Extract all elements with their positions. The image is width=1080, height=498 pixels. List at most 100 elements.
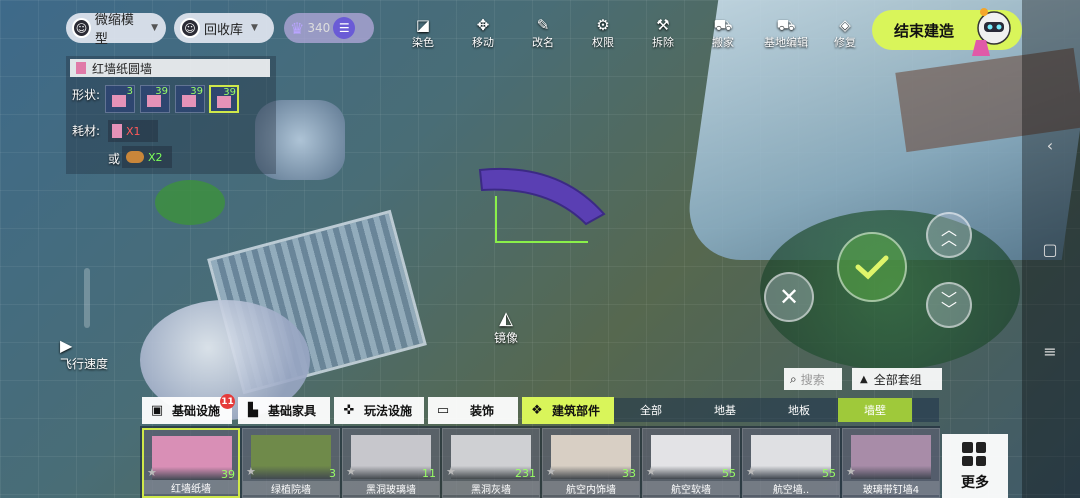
tool-demolish[interactable]: ⚒ 拆除 [638, 16, 688, 50]
subtab-all[interactable]: 全部 [618, 398, 684, 422]
item-card[interactable]: ★ 玻璃带钉墙4 [842, 428, 940, 498]
item-name: 绿植院墙 [243, 481, 339, 496]
material-1: X1 [108, 120, 158, 142]
star-icon[interactable]: ★ [147, 466, 157, 479]
item-title-bar: 红墙纸圆墙 [70, 59, 270, 77]
fly-speed-slider[interactable] [84, 268, 90, 328]
confirm-button[interactable] [837, 232, 907, 302]
item-thumbnail [152, 436, 232, 480]
item-name: 航空墙.. [743, 481, 839, 496]
wall-swatch-icon [76, 62, 86, 74]
item-card[interactable]: ★ 11 黑洞玻璃墙 [342, 428, 440, 498]
or-label: 或 [108, 152, 121, 166]
tool-rename[interactable]: ✎ 改名 [518, 16, 568, 50]
item-thumbnail [251, 435, 331, 479]
item-thumbnail [351, 435, 431, 479]
wall-piece-icon [112, 124, 122, 138]
item-count: 33 [622, 467, 636, 480]
item-name: 黑洞灰墙 [443, 481, 539, 496]
item-thumbnail [551, 435, 631, 479]
pencil-icon: ✎ [536, 16, 550, 34]
lower-button[interactable]: ﹀ ﹀ [926, 282, 972, 328]
fly-speed-control[interactable]: ▶ 飞行速度 [60, 336, 108, 372]
gamepad-icon: ✜ [343, 403, 355, 418]
box-icon: ▣ [150, 403, 164, 418]
item-count: 231 [515, 467, 536, 480]
shape-option-4[interactable]: 39 [209, 85, 239, 113]
item-thumbnail [651, 435, 731, 479]
mirror-button[interactable]: ◭ 镜像 [488, 308, 524, 346]
item-thumbnail [751, 435, 831, 479]
item-name: 航空软墙 [643, 481, 739, 496]
list-icon[interactable]: ☰ [333, 17, 356, 39]
category-furniture[interactable]: ▙ 基础家具 [238, 397, 330, 424]
item-card[interactable]: ★ 55 航空软墙 [642, 428, 740, 498]
item-count: 11 [422, 467, 436, 480]
tool-repair[interactable]: ◈ 修复 [820, 16, 870, 50]
star-icon[interactable]: ★ [446, 465, 456, 478]
material-label: 耗材: [72, 124, 101, 138]
tool-permission[interactable]: ⚙ 权限 [578, 16, 628, 50]
mascot-robot-icon [972, 8, 1011, 56]
hammer-icon: ⚒ [656, 16, 670, 34]
crown-icon: ♛ [290, 18, 305, 38]
check-icon [855, 255, 889, 280]
triangle-up-icon: ▲ [860, 373, 868, 385]
shape-option-1[interactable]: 3 [105, 85, 135, 113]
move-icon: ✥ [476, 16, 490, 34]
more-button[interactable]: 更多 [942, 434, 1008, 498]
item-count: 3 [329, 467, 336, 480]
star-icon[interactable]: ★ [246, 465, 256, 478]
item-card[interactable]: ★ 3 绿植院墙 [242, 428, 340, 498]
repair-icon: ◈ [839, 16, 851, 34]
subtab-wall[interactable]: 墙壁 [838, 398, 912, 422]
wall-placement-preview[interactable] [478, 162, 618, 262]
truck-edit-icon: ⛟ [776, 16, 796, 34]
item-name: 红墙纸墙 [144, 480, 238, 495]
category-building-parts[interactable]: ❖ 建筑部件 [522, 397, 614, 424]
play-icon: ▶ [60, 336, 73, 355]
building-part-icon: ❖ [531, 403, 543, 418]
truck-icon: ⛟ [713, 16, 733, 34]
shape-option-3[interactable]: 39 [175, 85, 205, 113]
grid-icon [962, 442, 986, 466]
star-icon[interactable]: ★ [646, 465, 656, 478]
tool-relocate[interactable]: ⛟ 搬家 [698, 16, 748, 50]
tool-base-edit[interactable]: ⛟ 基地编辑 [758, 16, 814, 50]
star-icon[interactable]: ★ [746, 465, 756, 478]
star-icon[interactable]: ★ [546, 465, 556, 478]
tool-dye[interactable]: ◪ 染色 [398, 16, 448, 50]
category-infrastructure[interactable]: ▣ 基础设施 [142, 397, 232, 424]
back-nav-icon[interactable]: ‹ [1040, 136, 1060, 155]
recycle-library-button[interactable]: ☺ 回收库 ▼ [174, 13, 274, 43]
square-nav-icon[interactable]: ▢ [1040, 240, 1060, 259]
tool-move[interactable]: ✥ 移动 [458, 16, 508, 50]
cancel-button[interactable]: ✕ [764, 272, 814, 322]
double-up-icon: ︿ ︿ [940, 220, 957, 249]
gear-icon: ⚙ [596, 16, 610, 34]
item-name: 玻璃带钉墙4 [843, 481, 939, 496]
paint-roller-icon: ▭ [436, 403, 450, 418]
item-card[interactable]: ★ 231 黑洞灰墙 [442, 428, 540, 498]
subtab-floor[interactable]: 地板 [766, 398, 832, 422]
item-card[interactable]: ★ 55 航空墙.. [742, 428, 840, 498]
sofa-icon: ▙ [248, 403, 258, 418]
item-card[interactable]: ★ 33 航空内饰墙 [542, 428, 640, 498]
shape-option-2[interactable]: 39 [140, 85, 170, 113]
all-sets-dropdown[interactable]: ▲ 全部套组 [852, 368, 942, 390]
raise-button[interactable]: ︿ ︿ [926, 212, 972, 258]
category-decoration[interactable]: ▭ 装饰 [428, 397, 518, 424]
subtab-foundation[interactable]: 地基 [692, 398, 758, 422]
crown-counter[interactable]: ♛ 340 ☰ [284, 13, 374, 43]
miniature-model-button[interactable]: ☺ 微缩模型 ▼ [66, 13, 166, 47]
star-icon[interactable]: ★ [346, 465, 356, 478]
item-card[interactable]: ★ 39 红墙纸墙 [142, 428, 240, 498]
plant-creature [155, 180, 225, 225]
star-icon[interactable]: ★ [846, 465, 856, 478]
menu-nav-icon[interactable]: ≡ [1040, 342, 1060, 361]
search-input[interactable]: ⌕ 搜索 [784, 368, 842, 390]
user-avatar-icon: ☺ [180, 18, 200, 38]
category-gameplay[interactable]: ✜ 玩法设施 [334, 397, 424, 424]
item-count: 55 [822, 467, 836, 480]
item-name: 黑洞玻璃墙 [343, 481, 439, 496]
